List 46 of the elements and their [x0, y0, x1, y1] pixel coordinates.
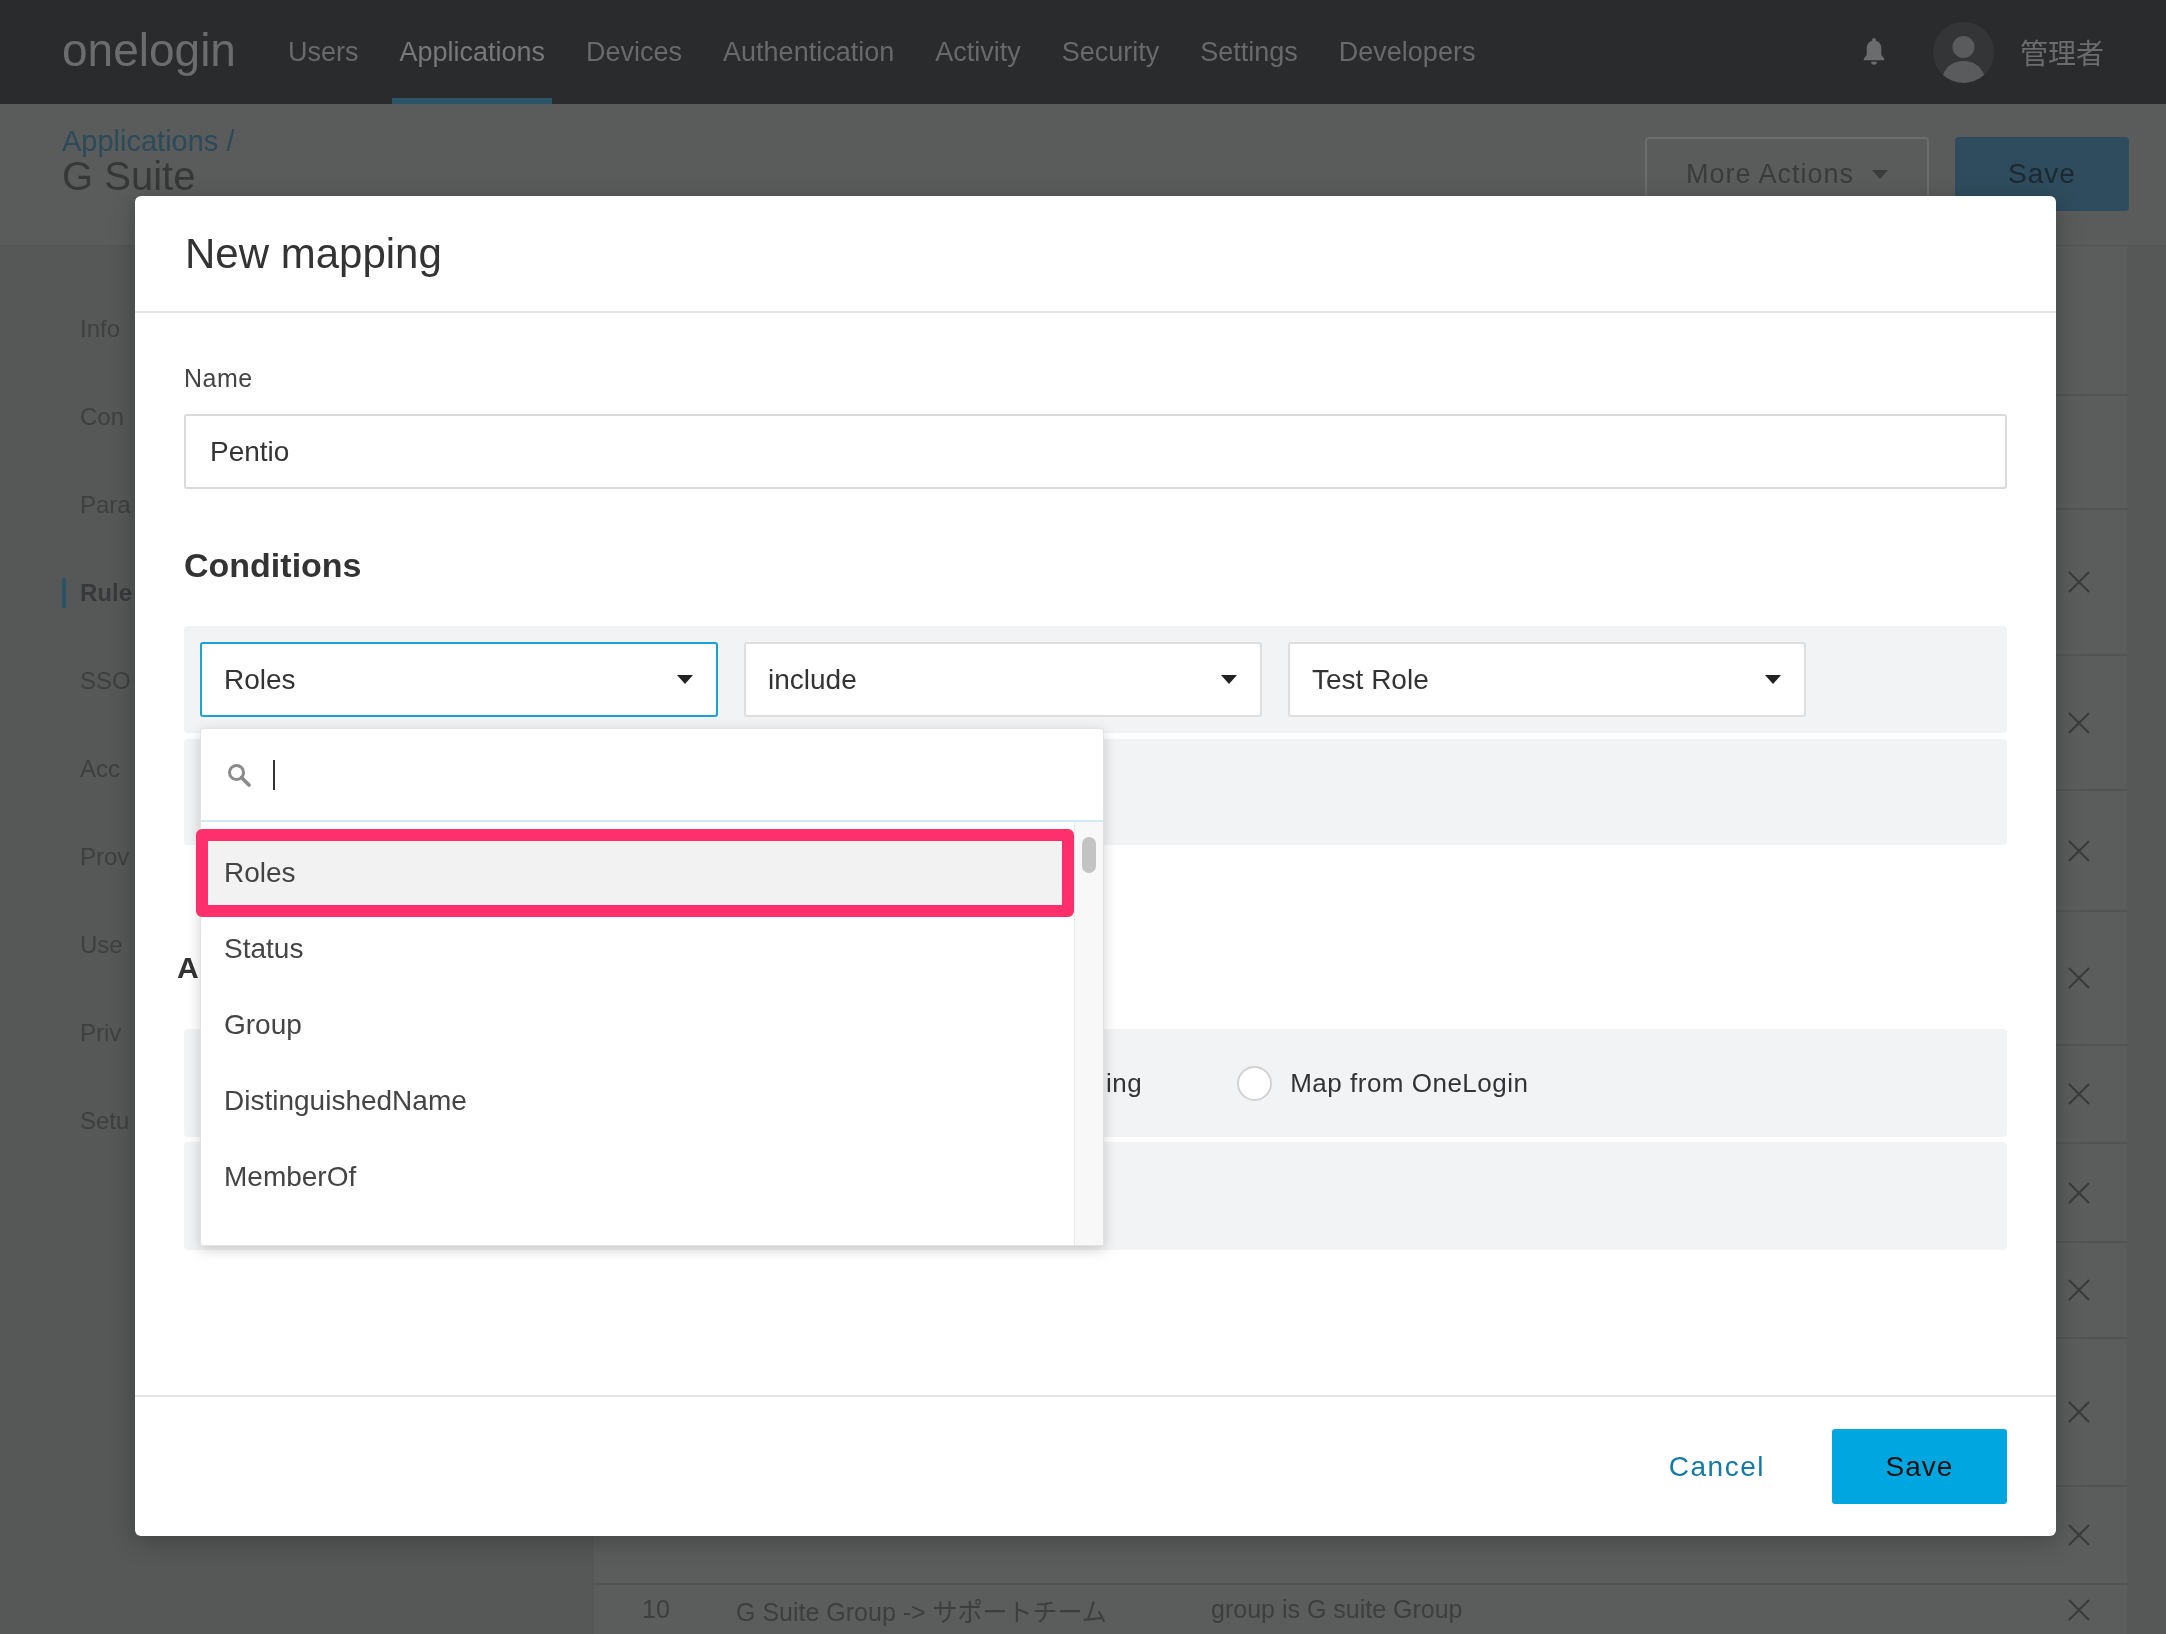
close-icon[interactable]	[2068, 1524, 2090, 1546]
close-icon[interactable]	[2068, 1401, 2090, 1423]
close-icon[interactable]	[2068, 839, 2090, 862]
nav-tab[interactable]: Activity	[928, 0, 1028, 104]
nav-tab[interactable]: Security	[1054, 0, 1167, 104]
caret-icon	[1872, 169, 1889, 179]
section-heading: Conditions	[184, 545, 362, 585]
radio-label: Map from OneLogin	[1290, 1067, 1529, 1099]
scrollbar-track[interactable]	[1074, 822, 1103, 1245]
close-icon[interactable]	[2068, 711, 2090, 734]
dropdown-option[interactable]: Group	[201, 987, 1074, 1063]
dropdown-option[interactable]: Roles	[196, 829, 1074, 917]
search-icon	[227, 762, 251, 787]
select-field[interactable]: Roles	[200, 642, 718, 717]
cancel-link[interactable]: Cancel	[1668, 1450, 1765, 1483]
section-heading: A	[177, 950, 199, 986]
caret-icon	[677, 675, 693, 684]
radio-label: ing	[1106, 1067, 1143, 1099]
close-icon[interactable]	[2068, 1083, 2090, 1105]
name-input[interactable]: Pentio	[184, 414, 2007, 489]
nav-tab[interactable]: Devices	[579, 0, 690, 104]
bell-icon[interactable]	[1861, 37, 1887, 67]
field-label: Name	[184, 363, 253, 393]
close-icon[interactable]	[2068, 1598, 2090, 1621]
text-cursor-icon	[273, 759, 275, 790]
nav-tab[interactable]: Settings	[1193, 0, 1305, 104]
caret-icon	[1765, 675, 1781, 684]
close-icon[interactable]	[2068, 1181, 2090, 1204]
nav-tab[interactable]: Developers	[1331, 0, 1483, 104]
nav-tab[interactable]: Authentication	[716, 0, 902, 104]
dropdown-option[interactable]: MemberOf	[201, 1139, 1074, 1215]
logo[interactable]: onelogin	[62, 24, 236, 76]
scrollbar-thumb[interactable]	[1082, 837, 1096, 873]
caret-icon	[1221, 675, 1237, 684]
avatar-icon[interactable]	[1933, 21, 1994, 83]
radio-button[interactable]	[1237, 1065, 1273, 1101]
close-icon[interactable]	[2068, 1279, 2090, 1301]
dialog-title: New mapping	[185, 228, 442, 279]
dropdown-option[interactable]: DistinguishedName	[201, 1063, 1074, 1139]
nav-tab[interactable]: Users	[280, 0, 366, 104]
select-field[interactable]: Test Role	[1288, 642, 1806, 717]
user-name[interactable]: 管理者	[2020, 32, 2104, 72]
close-icon[interactable]	[2068, 571, 2090, 593]
select-field[interactable]: include	[744, 642, 1262, 717]
close-icon[interactable]	[2068, 967, 2090, 989]
save-button[interactable]: Save	[1832, 1429, 2007, 1504]
